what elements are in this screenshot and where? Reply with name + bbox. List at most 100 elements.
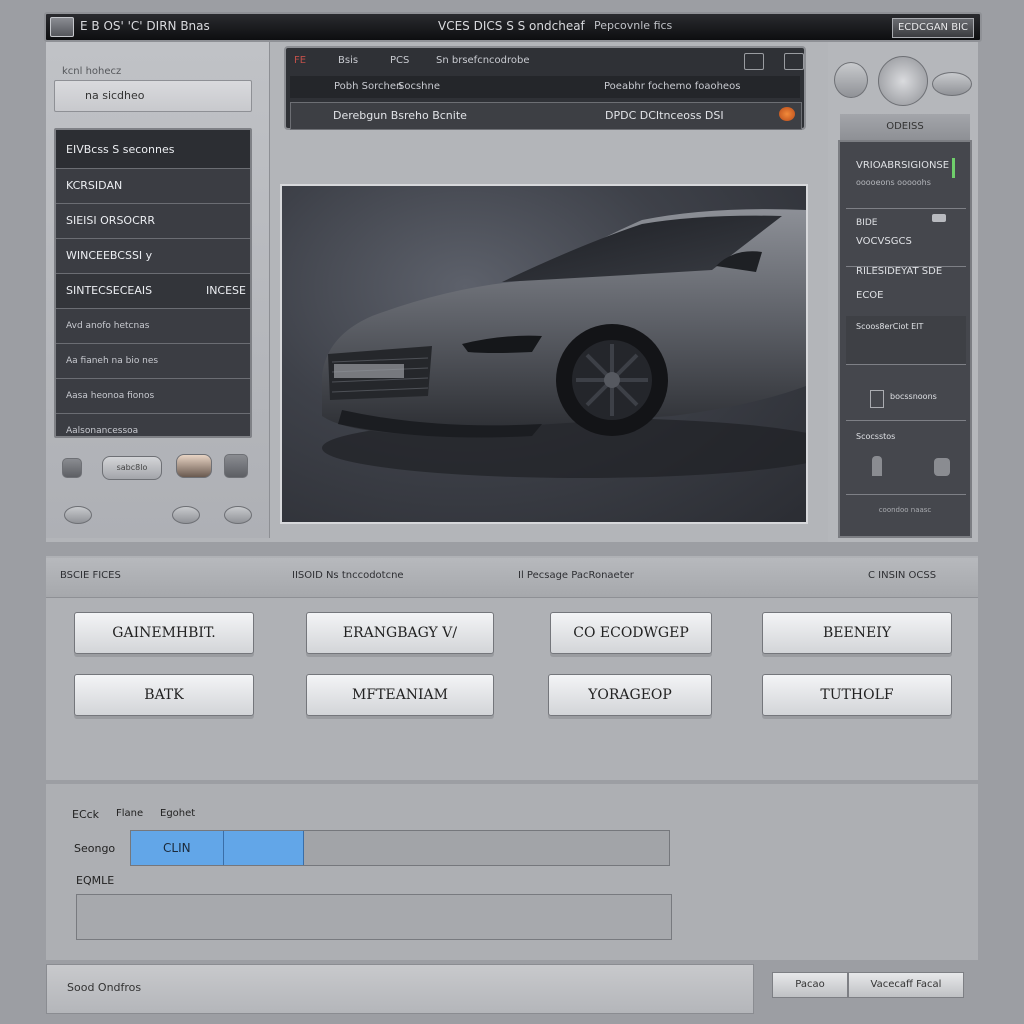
notes-label: EQMLE [76,874,115,887]
progress-text: CLIN [163,841,191,855]
connector-icon [934,458,950,476]
info-field: PCS [390,55,410,66]
dial-icon[interactable] [878,56,928,106]
list-item[interactable]: Aasa heonoa fionos [56,379,250,414]
mode-button[interactable]: sabc8lo [102,456,162,480]
info-row: FE Bsis PCS Sn brsefcncodrobe [290,50,804,72]
module-item-label: BIDE [856,218,878,228]
pause-button[interactable]: Pacao [772,972,848,998]
function-button-8[interactable]: TUTHOLF [762,674,952,716]
option-label: Egohet [160,808,196,819]
list-item[interactable]: Aalsonancessoa [56,414,250,436]
list-item[interactable]: Aa fianeh na bio nes [56,344,250,379]
prev-icon[interactable] [62,458,82,478]
window-icon[interactable] [744,53,764,70]
car-illustration [322,209,806,478]
module-item-label: VRIOABRSIGIONSE [856,160,950,171]
probe-icon [872,456,882,476]
function-button-4[interactable]: BEENEIY [762,612,952,654]
module-item-detail: ooooeons ooooohs [856,178,931,187]
status-led [952,158,955,178]
stop-icon[interactable] [224,454,248,478]
module-item[interactable]: BIDE VOCVSGCS [846,208,966,267]
progress-label: Seongo [74,842,116,855]
list-item-label: Aasa heonoa fionos [66,391,155,401]
list-item[interactable]: SINTECSECEAIS INCESE [56,274,250,309]
window-controls[interactable]: ECDCGAN BIC [891,18,974,38]
app-icon[interactable] [50,17,74,37]
window-subtitle: Pepcovnle fics [594,19,673,32]
info-row: Pobh Sorchen Socshne Poeabhr fochemo foa… [290,76,800,98]
module-item[interactable]: bocssnoons [846,364,966,421]
info-field: Derebgun Bsreho Bcnite [333,109,467,122]
module-item-detail: VOCVSGCS [856,236,912,247]
function-button-2[interactable]: ERANGBAGY V/ [306,612,494,654]
link-icon[interactable] [172,506,200,524]
window-title: VCES DICS S S ondcheaf [438,19,585,33]
option-label: ECck [72,808,100,821]
gauge-icon[interactable] [834,62,868,98]
function-button-3[interactable]: CO ECODWGEP [550,612,712,654]
menu-list-header: EIVBcss S seconnes [56,130,250,169]
function-button-7[interactable]: YORAGEOP [548,674,712,716]
function-button-6[interactable]: MFTEANIAM [306,674,494,716]
vehicle-search-field[interactable]: na sicdheo [54,80,252,112]
info-code: FE [294,55,307,66]
list-item-value: INCESE [205,284,246,297]
function-header: BSCIE FICES IISOID Ns tnccodotcne Il Pec… [46,558,978,598]
list-item-label: WINCEEBCSSI y [66,249,153,262]
function-button-5[interactable]: BATK [74,674,254,716]
module-item-label: RILESIDEYAT SDE [856,266,943,277]
info-row-selected[interactable]: Derebgun Bsreho Bcnite DPDC DCItnceoss D… [290,102,802,130]
list-item[interactable]: SIEISI ORSOCRR [56,204,250,239]
list-item-label: SINTECSECEAIS [66,284,153,297]
notes-field[interactable] [76,894,672,940]
list-item-label: Aalsonancessoa [66,426,139,436]
function-button-1[interactable]: GAINEMHBIT. [74,612,254,654]
title-bar: E B OS' 'C' DIRN Bnas VCES DICS S S ondc… [44,12,982,42]
expand-icon[interactable] [784,53,804,70]
right-panel-caption: ODEISS [840,114,970,140]
settings-icon[interactable] [224,506,252,524]
module-list: VRIOABRSIGIONSE ooooeons ooooohs BIDE VO… [838,140,972,538]
module-item-label: Scoos8erCiot EIT [856,322,924,331]
module-item-detail: ECOE [856,290,884,301]
list-item[interactable]: WINCEEBCSSI y [56,239,250,274]
function-header-label: BSCIE FICES [60,570,121,581]
file-icon [870,390,884,408]
info-field: Pobh Sorchen [334,81,403,92]
module-item[interactable]: Scocsstos [846,422,966,495]
list-item-label: Avd anofo hetcnas [66,321,150,331]
toggle-icon[interactable] [932,214,946,222]
info-field: Poeabhr fochemo foaoheos [604,81,741,92]
record-icon[interactable] [176,454,212,478]
module-item[interactable]: RILESIDEYAT SDE ECOE [846,266,966,317]
progress-fill [131,831,305,865]
list-item[interactable]: Avd anofo hetcnas [56,309,250,344]
module-item-label: bocssnoons [890,392,937,401]
connect-icon[interactable] [64,506,92,524]
vehicle-info-panel: FE Bsis PCS Sn brsefcncodrobe Pobh Sorch… [284,46,806,130]
function-header-label: Il Pecsage PacRonaeter [518,570,634,581]
progress-divider [223,831,224,865]
info-field: Socshne [398,81,441,92]
left-panel-caption: kcnl hohecz [62,66,122,77]
module-item[interactable]: VRIOABRSIGIONSE ooooeons ooooohs [846,150,966,209]
module-list-footer: coondoo naasc [878,506,932,514]
status-icon [779,107,795,121]
status-text: Sood Ondfros [67,981,142,994]
confirm-button[interactable]: Vacecaff Facal [848,972,964,998]
progress-bar: CLIN [130,830,670,866]
status-bar: Sood Ondfros [46,964,754,1014]
function-header-label: IISOID Ns tnccodotcne [292,570,404,581]
list-item-label: KCRSIDAN [66,179,123,192]
system-menu-list: EIVBcss S seconnes KCRSIDAN SIEISI ORSOC… [54,128,252,438]
module-item[interactable]: Scoos8erCiot EIT [846,316,966,365]
list-item-label: Aa fianeh na bio nes [66,356,159,366]
vehicle-image [280,184,808,524]
menu-icon[interactable] [932,72,972,96]
info-field: DPDC DCItnceoss DSI [605,109,724,122]
app-title: E B OS' 'C' DIRN Bnas [80,19,210,33]
list-item[interactable]: KCRSIDAN [56,169,250,204]
info-field: Bsis [338,55,359,66]
